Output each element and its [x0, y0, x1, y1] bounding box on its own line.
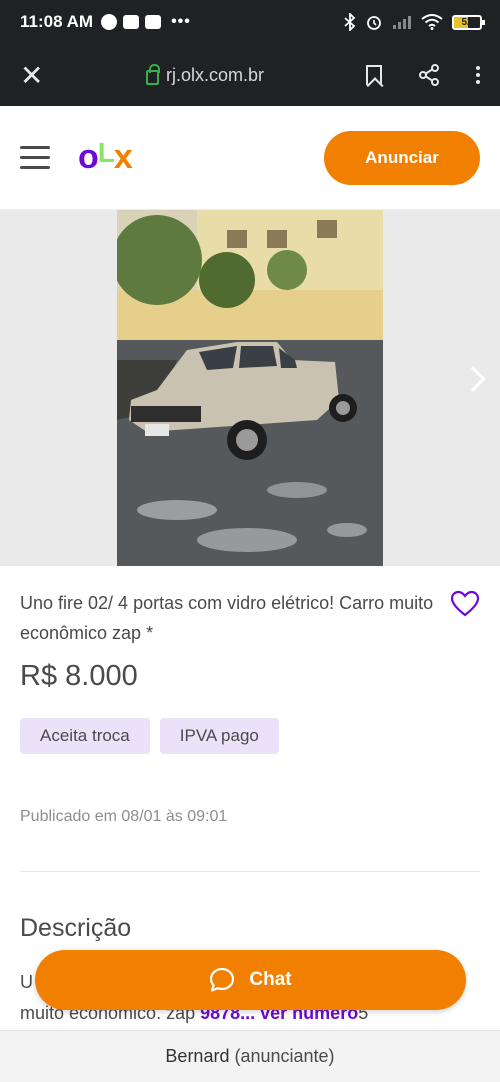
signal-icon	[393, 16, 411, 29]
divider	[20, 871, 480, 872]
chat-bubble-icon	[210, 967, 235, 992]
car-photo[interactable]	[117, 210, 383, 566]
menu-kebab-icon[interactable]	[476, 66, 480, 84]
more-notifications-icon: •••	[171, 13, 191, 30]
description-text-line1: U	[20, 972, 33, 992]
battery-level: 52	[461, 16, 473, 28]
alarm-icon	[367, 16, 381, 30]
chat-label: Chat	[249, 969, 292, 990]
share-icon[interactable]	[418, 64, 440, 86]
listing-title: Uno fire 02/ 4 portas com vidro elétrico…	[20, 593, 434, 643]
battery-icon: 52	[452, 14, 485, 30]
published-date: Publicado em 08/01 às 09:01	[20, 808, 228, 825]
chat-button[interactable]: Chat	[35, 950, 466, 1010]
next-photo-icon[interactable]	[460, 366, 486, 392]
clock: 11:08 AM	[20, 12, 94, 31]
bluetooth-icon	[344, 13, 356, 31]
browser-toolbar: ✕ rj.olx.com.br	[0, 44, 500, 106]
system-icons: 52	[344, 13, 485, 31]
favorite-heart-icon[interactable]	[450, 590, 480, 618]
lock-icon	[146, 63, 160, 85]
photo-gallery[interactable]	[0, 210, 500, 566]
url-text: rj.olx.com.br	[166, 64, 265, 85]
bookmark-icon[interactable]	[366, 65, 382, 85]
spotify-icon	[101, 14, 118, 30]
status-bar: 11:08 AM ••• 52	[0, 0, 500, 44]
wifi-icon	[421, 14, 443, 30]
olx-logo[interactable]: oLx	[78, 137, 133, 177]
news-icon	[145, 15, 162, 29]
anunciar-button[interactable]: Anunciar	[324, 130, 480, 185]
hamburger-menu-icon[interactable]	[20, 146, 50, 169]
site-header: oLx Anunciar	[0, 106, 500, 210]
message-icon	[123, 15, 140, 29]
listing-price: R$ 8.000	[20, 660, 138, 692]
notification-icons	[101, 14, 162, 30]
url-field[interactable]: rj.olx.com.br	[146, 63, 265, 86]
seller-name: Bernard	[165, 1046, 230, 1066]
close-icon[interactable]: ✕	[20, 59, 50, 92]
seller-footer[interactable]: Bernard (anunciante)	[0, 1030, 500, 1082]
tag-aceita-troca: Aceita troca	[20, 718, 150, 754]
seller-role: (anunciante)	[234, 1046, 335, 1066]
listing-tags: Aceita troca IPVA pago	[20, 718, 279, 754]
tag-ipva-pago: IPVA pago	[159, 718, 279, 754]
description-heading: Descrição	[20, 914, 132, 942]
